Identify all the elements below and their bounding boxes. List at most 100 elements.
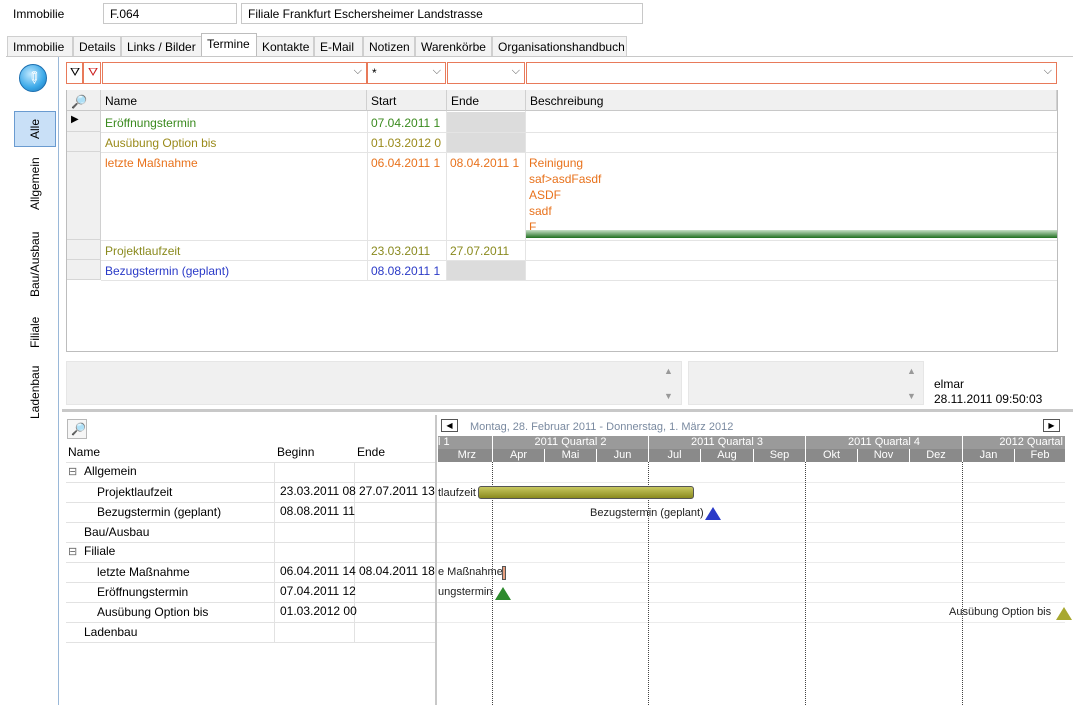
tree-item-end: 27.07.2011 13	[359, 484, 435, 498]
search-icon: 🔎	[71, 94, 88, 109]
scroll-down-arrow[interactable]: ▼	[664, 391, 673, 401]
table-row-start[interactable]: 07.04.2011 1	[367, 113, 446, 131]
tab-immobilie[interactable]: Immobilie	[7, 36, 73, 56]
tree-item-label[interactable]: Projektlaufzeit	[97, 485, 172, 499]
gantt-search-button[interactable]: 🔎	[67, 419, 87, 439]
tree-item-begin: 23.03.2011 08	[280, 484, 356, 498]
month-header: Feb	[1014, 449, 1065, 462]
chevron-right-icon: ▶	[1048, 421, 1055, 430]
gantt-milestone-eroeffnung[interactable]	[495, 587, 511, 600]
table-row-start[interactable]: 01.03.2012 0	[367, 133, 446, 151]
timeline-range-title: Montag, 28. Februar 2011 - Donnerstag, 1…	[470, 421, 734, 433]
table-row-name[interactable]: Projektlaufzeit	[101, 241, 367, 259]
filter-end-combo[interactable]: ⌵	[447, 62, 525, 84]
gantt-label-projektlaufzeit: tlaufzeit	[438, 487, 476, 499]
tree-group-bau-ausbau[interactable]: Bau/Ausbau	[84, 525, 149, 539]
filter-description-combo[interactable]: ⌵	[526, 62, 1057, 84]
timeline-next-button[interactable]: ▶	[1043, 419, 1060, 432]
clear-filter-button[interactable]: ⛛	[83, 62, 101, 84]
gantt-bar-massnahme[interactable]	[502, 566, 506, 580]
month-header: Dez	[909, 449, 962, 462]
tree-item-begin: 07.04.2011 12	[280, 584, 356, 598]
row-selector[interactable]	[67, 132, 101, 152]
table-row-start[interactable]: 23.03.2011	[367, 241, 446, 259]
filter-icon: ⛛	[70, 65, 81, 79]
chevron-down-icon: ⌵	[432, 65, 441, 77]
filter-button[interactable]: ⛛	[66, 62, 83, 84]
notes-textarea[interactable]	[66, 361, 682, 405]
gantt-label-option: Ausübung Option bis	[949, 606, 1052, 618]
col-header-name[interactable]: Name	[101, 90, 367, 111]
month-header: Aug	[700, 449, 753, 462]
side-tab-bau-ausbau[interactable]: Bau/Ausbau	[14, 222, 56, 306]
table-row-name[interactable]: Eröffnungstermin	[101, 113, 367, 131]
side-tab-ladenbau[interactable]: Ladenbau	[14, 359, 56, 425]
table-row-name[interactable]: Bezugstermin (geplant)	[101, 261, 367, 279]
grid-search-header[interactable]: 🔎	[67, 90, 101, 111]
chevron-down-icon: ⌵	[511, 65, 520, 77]
gantt-label-massnahme: e Maßnahme	[438, 566, 503, 578]
row-selector[interactable]	[67, 152, 101, 240]
immobilie-label: Immobilie	[13, 7, 65, 21]
table-row-start[interactable]: 06.04.2011 1	[367, 153, 446, 171]
row-selector[interactable]	[67, 260, 101, 280]
tree-group-ladenbau[interactable]: Ladenbau	[84, 625, 137, 639]
table-row-name[interactable]: letzte Maßnahme	[101, 153, 367, 171]
col-header-start[interactable]: Start	[367, 90, 447, 111]
scroll-down-arrow[interactable]: ▼	[907, 391, 916, 401]
scroll-up-arrow[interactable]: ▲	[664, 366, 673, 376]
filter-start-combo[interactable]: * ⌵	[367, 62, 446, 84]
tab-termine[interactable]: Termine	[201, 33, 257, 56]
property-name-field[interactable]: Filiale Frankfurt Eschersheimer Landstra…	[241, 3, 643, 24]
edit-button[interactable]: ✎	[19, 64, 47, 92]
property-code-field[interactable]: F.064	[103, 3, 237, 24]
side-tab-alle[interactable]: Alle	[14, 111, 56, 147]
tab-notizen[interactable]: Notizen	[363, 36, 415, 56]
filter-start-value: *	[372, 66, 377, 80]
table-row-end[interactable]: 08.04.2011 1	[446, 153, 525, 171]
tree-item-label[interactable]: letzte Maßnahme	[97, 565, 190, 579]
month-header: Jun	[596, 449, 648, 462]
col-header-end[interactable]: Ende	[447, 90, 526, 111]
gantt-milestone-option[interactable]	[1056, 607, 1072, 620]
table-row-name[interactable]: Ausübung Option bis	[101, 133, 367, 151]
scroll-up-arrow[interactable]: ▲	[907, 366, 916, 376]
tree-group-allgemein[interactable]: Allgemein	[84, 464, 137, 478]
row-selector[interactable]	[67, 240, 101, 260]
gantt-bar-projektlaufzeit[interactable]	[478, 486, 694, 499]
side-tab-filiale[interactable]: Filiale	[14, 310, 56, 354]
month-header: Nov	[857, 449, 909, 462]
tree-expand-icon[interactable]: ⊟	[68, 545, 77, 558]
filter-name-combo[interactable]: ⌵	[102, 62, 367, 84]
tab-email[interactable]: E-Mail	[314, 36, 363, 56]
tree-item-label[interactable]: Ausübung Option bis	[97, 605, 208, 619]
col-header-description[interactable]: Beschreibung	[526, 90, 1057, 111]
gantt-col-header-name[interactable]: Name	[68, 445, 100, 459]
tree-item-begin: 06.04.2011 14	[280, 564, 356, 578]
month-header: Mrz	[437, 449, 492, 462]
tab-organisationshandbuch[interactable]: Organisationshandbuch	[492, 36, 627, 56]
tree-expand-icon[interactable]: ⊟	[68, 465, 77, 478]
tree-item-label[interactable]: Bezugstermin (geplant)	[97, 505, 221, 519]
tree-group-filiale[interactable]: Filiale	[84, 544, 115, 558]
tab-links-bilder[interactable]: Links / Bilder	[121, 36, 202, 56]
tab-warenkoerbe[interactable]: Warenkörbe	[415, 36, 492, 56]
table-row-description[interactable]: F	[525, 217, 540, 230]
tree-item-label[interactable]: Eröffnungstermin	[97, 585, 188, 599]
notes-textarea-2[interactable]	[688, 361, 924, 405]
month-header: Jul	[648, 449, 700, 462]
side-tab-allgemein[interactable]: Allgemein	[14, 151, 56, 217]
row-selector[interactable]: ▶	[67, 111, 101, 132]
month-header: Sep	[753, 449, 805, 462]
tab-details[interactable]: Details	[73, 36, 121, 56]
table-row-end[interactable]: 27.07.2011	[446, 241, 525, 259]
gantt-milestone-bezugstermin[interactable]	[705, 507, 721, 520]
splitter[interactable]	[62, 409, 1073, 412]
tab-kontakte[interactable]: Kontakte	[256, 36, 314, 56]
pencil-icon: ✎	[22, 67, 45, 90]
table-row-start[interactable]: 08.08.2011 1	[367, 261, 446, 279]
gantt-col-header-end[interactable]: Ende	[357, 445, 385, 459]
timeline-prev-button[interactable]: ◀	[441, 419, 458, 432]
month-header: Jan	[962, 449, 1014, 462]
gantt-col-header-begin[interactable]: Beginn	[277, 445, 314, 459]
